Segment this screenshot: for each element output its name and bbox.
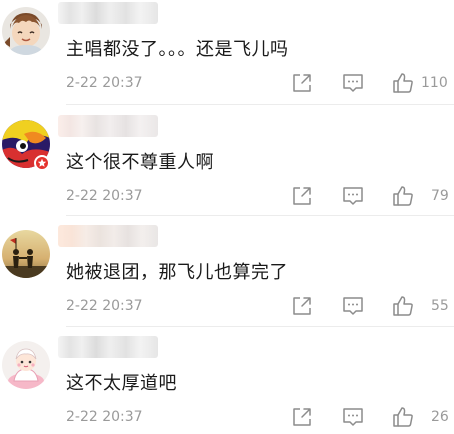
comment-text: 这不太厚道吧 xyxy=(66,373,177,394)
thumbs-up-icon xyxy=(393,296,413,316)
username-blurred[interactable] xyxy=(58,115,158,137)
comment-list: 主唱都没了。。。还是飞儿吗 2-22 20:37 110 这个很不尊重人啊 2-… xyxy=(0,0,454,431)
divider xyxy=(66,215,454,216)
reply-button[interactable] xyxy=(342,406,364,428)
divider xyxy=(66,326,454,327)
like-count: 79 xyxy=(431,188,449,204)
avatar[interactable] xyxy=(2,7,50,55)
sunset-silhouette-avatar-icon xyxy=(2,230,50,278)
avatar[interactable] xyxy=(2,230,50,278)
divider xyxy=(66,104,454,105)
share-icon xyxy=(293,74,311,92)
reply-button[interactable] xyxy=(342,185,364,207)
thumbs-up-icon xyxy=(393,186,413,206)
like-count: 110 xyxy=(421,75,448,91)
share-icon xyxy=(293,408,311,426)
share-button[interactable] xyxy=(291,295,313,317)
username-blurred[interactable] xyxy=(58,2,158,24)
comment-item: 主唱都没了。。。还是飞儿吗 2-22 20:37 110 xyxy=(0,0,454,100)
comment-time: 2-22 20:37 xyxy=(66,298,143,314)
comment-item: 这不太厚道吧 2-22 20:37 26 xyxy=(0,334,454,434)
reply-button[interactable] xyxy=(342,295,364,317)
cartoon-girl-avatar-icon xyxy=(2,341,50,389)
like-count: 55 xyxy=(431,298,449,314)
comment-text: 主唱都没了。。。还是飞儿吗 xyxy=(66,39,289,60)
like-button[interactable] xyxy=(392,295,414,317)
avatar[interactable] xyxy=(2,341,50,389)
thumbs-up-icon xyxy=(393,73,413,93)
comment-time: 2-22 20:37 xyxy=(66,75,143,91)
cartoon-boy-avatar-icon xyxy=(2,7,50,55)
comment-icon xyxy=(343,187,363,205)
verified-star-icon xyxy=(37,158,47,167)
comment-item: 她被退团，那飞儿也算完了 2-22 20:37 55 xyxy=(0,223,454,323)
comment-time: 2-22 20:37 xyxy=(66,409,143,425)
reply-button[interactable] xyxy=(342,72,364,94)
share-icon xyxy=(293,187,311,205)
share-button[interactable] xyxy=(291,406,313,428)
like-button[interactable] xyxy=(392,72,414,94)
verified-badge xyxy=(34,155,50,171)
like-button[interactable] xyxy=(392,185,414,207)
like-count: 26 xyxy=(431,409,449,425)
username-blurred[interactable] xyxy=(58,225,158,247)
share-icon xyxy=(293,297,311,315)
comment-icon xyxy=(343,74,363,92)
comment-text: 这个很不尊重人啊 xyxy=(66,152,214,173)
share-button[interactable] xyxy=(291,72,313,94)
comment-item: 这个很不尊重人啊 2-22 20:37 79 xyxy=(0,113,454,213)
username-blurred[interactable] xyxy=(58,336,158,358)
comment-time: 2-22 20:37 xyxy=(66,188,143,204)
comment-icon xyxy=(343,408,363,426)
thumbs-up-icon xyxy=(393,407,413,427)
like-button[interactable] xyxy=(392,406,414,428)
share-button[interactable] xyxy=(291,185,313,207)
comment-text: 她被退团，那飞儿也算完了 xyxy=(66,262,288,283)
comment-icon xyxy=(343,297,363,315)
